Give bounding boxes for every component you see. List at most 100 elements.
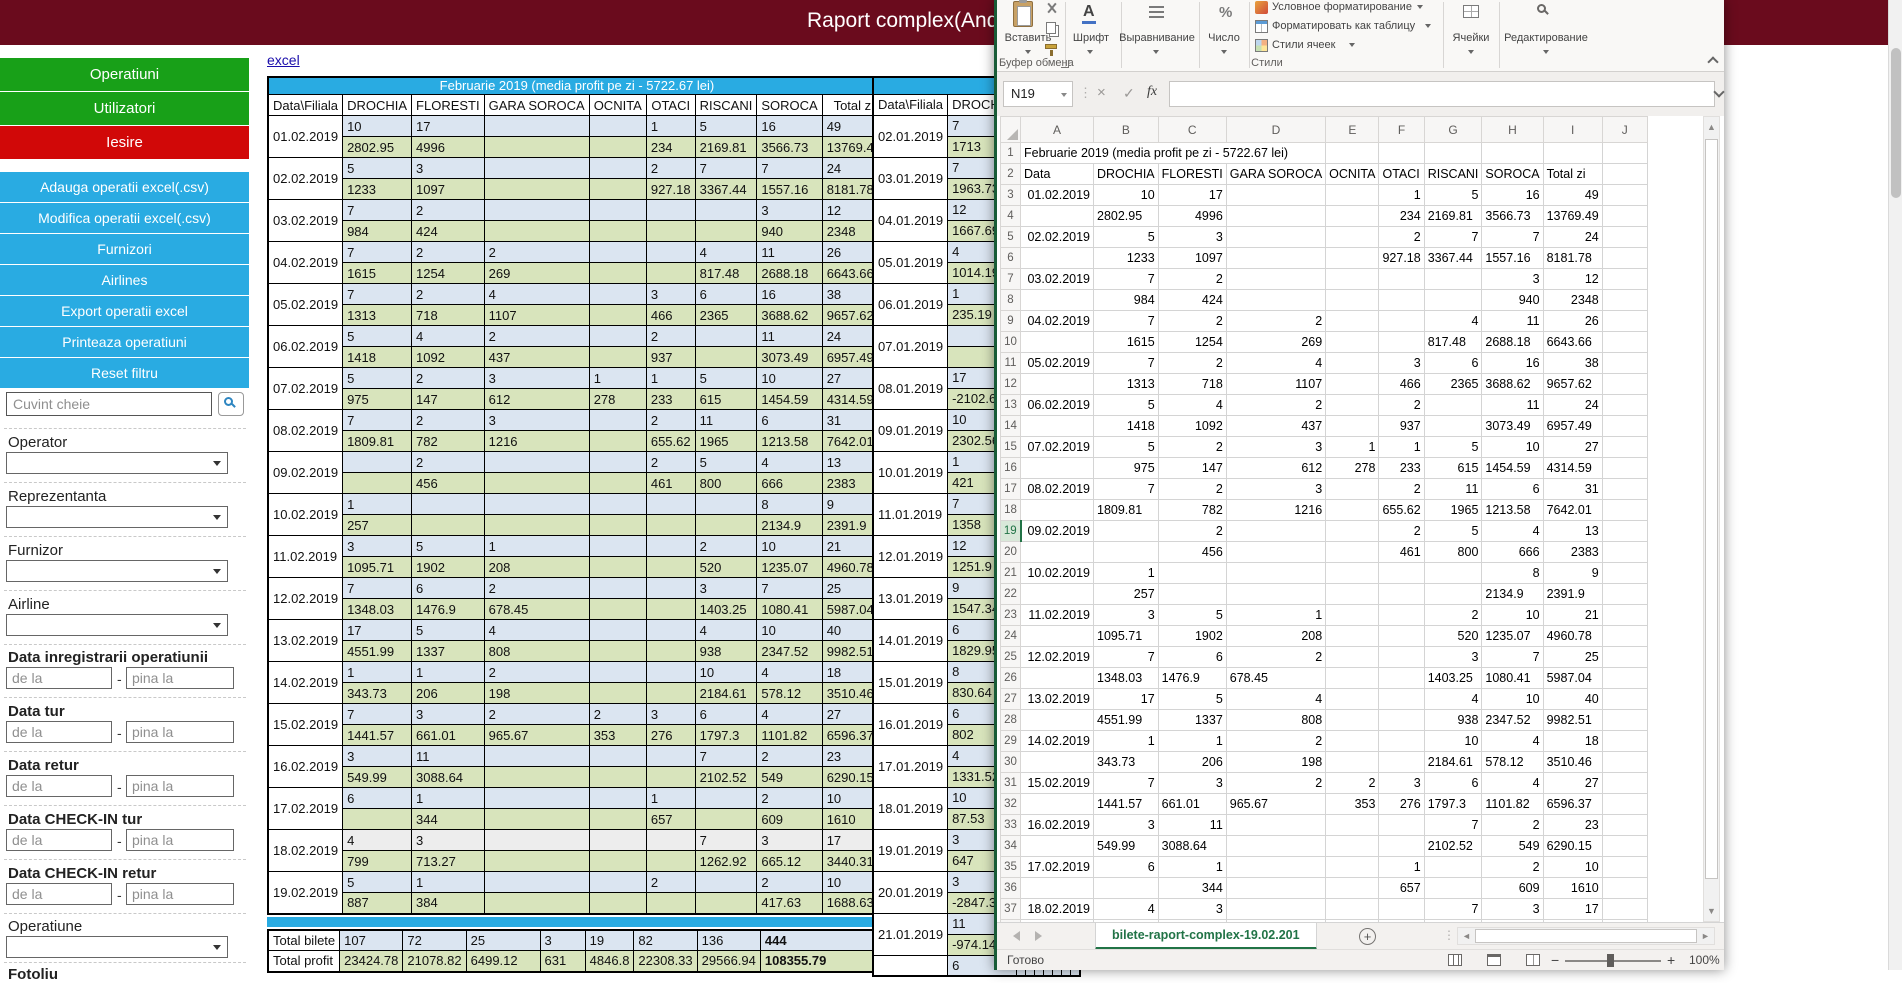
excel-cell[interactable]: 2 bbox=[1158, 353, 1226, 374]
excel-column-header[interactable]: I bbox=[1543, 117, 1602, 143]
excel-cell[interactable]: 2184.61 bbox=[1424, 752, 1482, 773]
data-checkin-tur-de-la-field[interactable] bbox=[6, 829, 112, 851]
excel-cell[interactable]: 5 bbox=[1424, 437, 1482, 458]
excel-cell[interactable]: 3 bbox=[1094, 815, 1159, 836]
excel-cell[interactable] bbox=[1226, 563, 1325, 584]
excel-row-header[interactable]: 9 bbox=[1001, 311, 1021, 332]
excel-row-header[interactable]: 13 bbox=[1001, 395, 1021, 416]
data-retur-de-la-field[interactable] bbox=[6, 775, 112, 797]
excel-cell[interactable]: 4 bbox=[1482, 521, 1543, 542]
scroll-up-icon[interactable]: ▲ bbox=[1704, 119, 1719, 135]
excel-cell[interactable] bbox=[1326, 647, 1379, 668]
excel-cell[interactable] bbox=[1226, 857, 1325, 878]
excel-cell[interactable] bbox=[1094, 521, 1159, 542]
excel-cell[interactable]: 147 bbox=[1158, 458, 1226, 479]
excel-cell[interactable]: 3688.62 bbox=[1482, 374, 1543, 395]
excel-cell[interactable]: 7642.01 bbox=[1543, 500, 1602, 521]
excel-cell[interactable]: 1216 bbox=[1226, 500, 1325, 521]
excel-cell[interactable]: 2383 bbox=[1543, 542, 1602, 563]
excel-cell[interactable]: 3566.73 bbox=[1482, 206, 1543, 227]
excel-cell[interactable] bbox=[1326, 584, 1379, 605]
excel-cell[interactable] bbox=[1379, 668, 1424, 689]
excel-cell[interactable] bbox=[1379, 563, 1424, 584]
excel-cell[interactable] bbox=[1602, 584, 1647, 605]
operator-select[interactable] bbox=[6, 452, 228, 474]
excel-cell[interactable]: 1 bbox=[1094, 731, 1159, 752]
excel-cell[interactable] bbox=[1326, 710, 1379, 731]
excel-cell[interactable]: 1797.3 bbox=[1424, 794, 1482, 815]
excel-cell[interactable] bbox=[1602, 458, 1647, 479]
excel-cell[interactable]: 02.02.2019 bbox=[1021, 227, 1094, 248]
excel-row-header[interactable]: 26 bbox=[1001, 668, 1021, 689]
excel-cell[interactable]: 1254 bbox=[1158, 332, 1226, 353]
excel-cell[interactable]: 4 bbox=[1226, 353, 1325, 374]
excel-row-header[interactable]: 37 bbox=[1001, 899, 1021, 920]
excel-cell[interactable]: 40 bbox=[1543, 689, 1602, 710]
excel-cell[interactable]: 938 bbox=[1424, 710, 1482, 731]
excel-cell[interactable]: 940 bbox=[1482, 290, 1543, 311]
excel-cell[interactable] bbox=[1424, 290, 1482, 311]
excel-cell[interactable]: 208 bbox=[1226, 626, 1325, 647]
format-painter-icon[interactable] bbox=[1045, 44, 1057, 49]
excel-cell[interactable] bbox=[1424, 416, 1482, 437]
excel-cell[interactable]: 2 bbox=[1326, 773, 1379, 794]
excel-cell[interactable] bbox=[1326, 836, 1379, 857]
excel-cell[interactable]: 1213.58 bbox=[1482, 500, 1543, 521]
excel-cell[interactable]: 6643.66 bbox=[1543, 332, 1602, 353]
excel-cell[interactable]: 269 bbox=[1226, 332, 1325, 353]
airline-select[interactable] bbox=[6, 614, 228, 636]
excel-column-header[interactable]: A bbox=[1021, 117, 1094, 143]
excel-cell[interactable]: 7 bbox=[1482, 647, 1543, 668]
excel-row-header[interactable]: 10 bbox=[1001, 332, 1021, 353]
excel-row-header[interactable]: 16 bbox=[1001, 458, 1021, 479]
excel-cell[interactable]: 31 bbox=[1543, 479, 1602, 500]
excel-cell[interactable] bbox=[1326, 269, 1379, 290]
select-all-corner[interactable] bbox=[1001, 117, 1021, 143]
excel-cell[interactable]: 206 bbox=[1158, 752, 1226, 773]
excel-cell[interactable]: 16.02.2019 bbox=[1021, 815, 1094, 836]
excel-row-header[interactable]: 12 bbox=[1001, 374, 1021, 395]
excel-column-header[interactable]: J bbox=[1602, 117, 1647, 143]
excel-cell[interactable]: 2 bbox=[1226, 647, 1325, 668]
excel-cell[interactable]: 2 bbox=[1379, 395, 1424, 416]
excel-cell[interactable] bbox=[1602, 857, 1647, 878]
excel-cell[interactable] bbox=[1602, 395, 1647, 416]
excel-cell[interactable]: 7 bbox=[1094, 353, 1159, 374]
excel-cell[interactable]: 18.02.2019 bbox=[1021, 899, 1094, 920]
excel-cell[interactable]: 2102.52 bbox=[1424, 836, 1482, 857]
excel-cell[interactable]: 549.99 bbox=[1094, 836, 1159, 857]
excel-cell[interactable]: 21 bbox=[1543, 605, 1602, 626]
excel-cell[interactable] bbox=[1021, 710, 1094, 731]
excel-row-header[interactable]: 19 bbox=[1001, 521, 1021, 542]
excel-cell[interactable] bbox=[1326, 689, 1379, 710]
excel-cell[interactable]: 8181.78 bbox=[1543, 248, 1602, 269]
excel-row-header[interactable]: 30 bbox=[1001, 752, 1021, 773]
excel-cell[interactable]: 3 bbox=[1094, 605, 1159, 626]
excel-cell[interactable]: 965.67 bbox=[1226, 794, 1325, 815]
excel-cell[interactable]: 2 bbox=[1379, 479, 1424, 500]
excel-cell[interactable] bbox=[1602, 605, 1647, 626]
excel-cell[interactable]: 6290.15 bbox=[1543, 836, 1602, 857]
zoom-slider-handle[interactable] bbox=[1607, 954, 1614, 967]
excel-cell[interactable] bbox=[1602, 227, 1647, 248]
excel-row-header[interactable]: 5 bbox=[1001, 227, 1021, 248]
excel-cell[interactable]: 2 bbox=[1158, 269, 1226, 290]
excel-cell[interactable]: 1 bbox=[1379, 185, 1424, 206]
excel-cell[interactable] bbox=[1602, 185, 1647, 206]
excel-cell[interactable]: 06.02.2019 bbox=[1021, 395, 1094, 416]
excel-cell[interactable]: 7 bbox=[1094, 269, 1159, 290]
excel-row-header[interactable]: 17 bbox=[1001, 479, 1021, 500]
excel-cell[interactable] bbox=[1602, 794, 1647, 815]
excel-cell[interactable]: 466 bbox=[1379, 374, 1424, 395]
excel-cell[interactable]: 6 bbox=[1424, 353, 1482, 374]
excel-cell[interactable]: 11 bbox=[1158, 815, 1226, 836]
copy-icon[interactable] bbox=[1046, 22, 1056, 34]
excel-row-header[interactable]: 1 bbox=[1001, 143, 1021, 164]
formula-input[interactable] bbox=[1169, 81, 1715, 107]
excel-cell[interactable]: 4551.99 bbox=[1094, 710, 1159, 731]
excel-cell[interactable]: 1348.03 bbox=[1094, 668, 1159, 689]
name-box[interactable]: N19 bbox=[1003, 81, 1073, 107]
sidebar-item-iesire[interactable]: Iesire bbox=[0, 126, 249, 159]
excel-cell[interactable]: 2 bbox=[1379, 227, 1424, 248]
excel-cell[interactable]: 9657.62 bbox=[1543, 374, 1602, 395]
